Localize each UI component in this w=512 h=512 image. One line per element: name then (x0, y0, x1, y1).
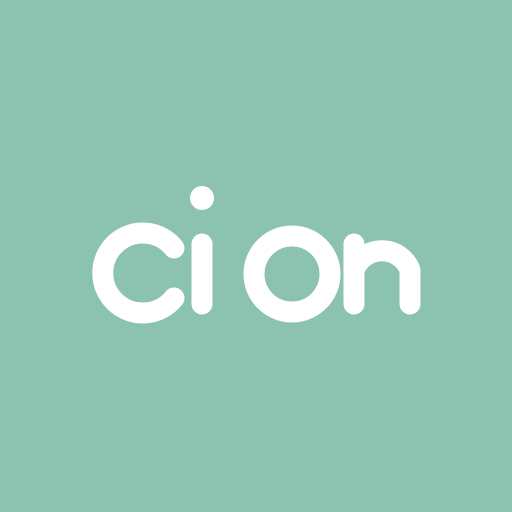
app-icon-tile: cion (0, 0, 512, 512)
logo-letter-n (343, 233, 421, 315)
logo-letter-o (243, 225, 341, 323)
logo-letter-i-dot (190, 186, 214, 210)
cion-wordmark-logo (92, 186, 421, 324)
logo-letter-c (92, 222, 185, 324)
